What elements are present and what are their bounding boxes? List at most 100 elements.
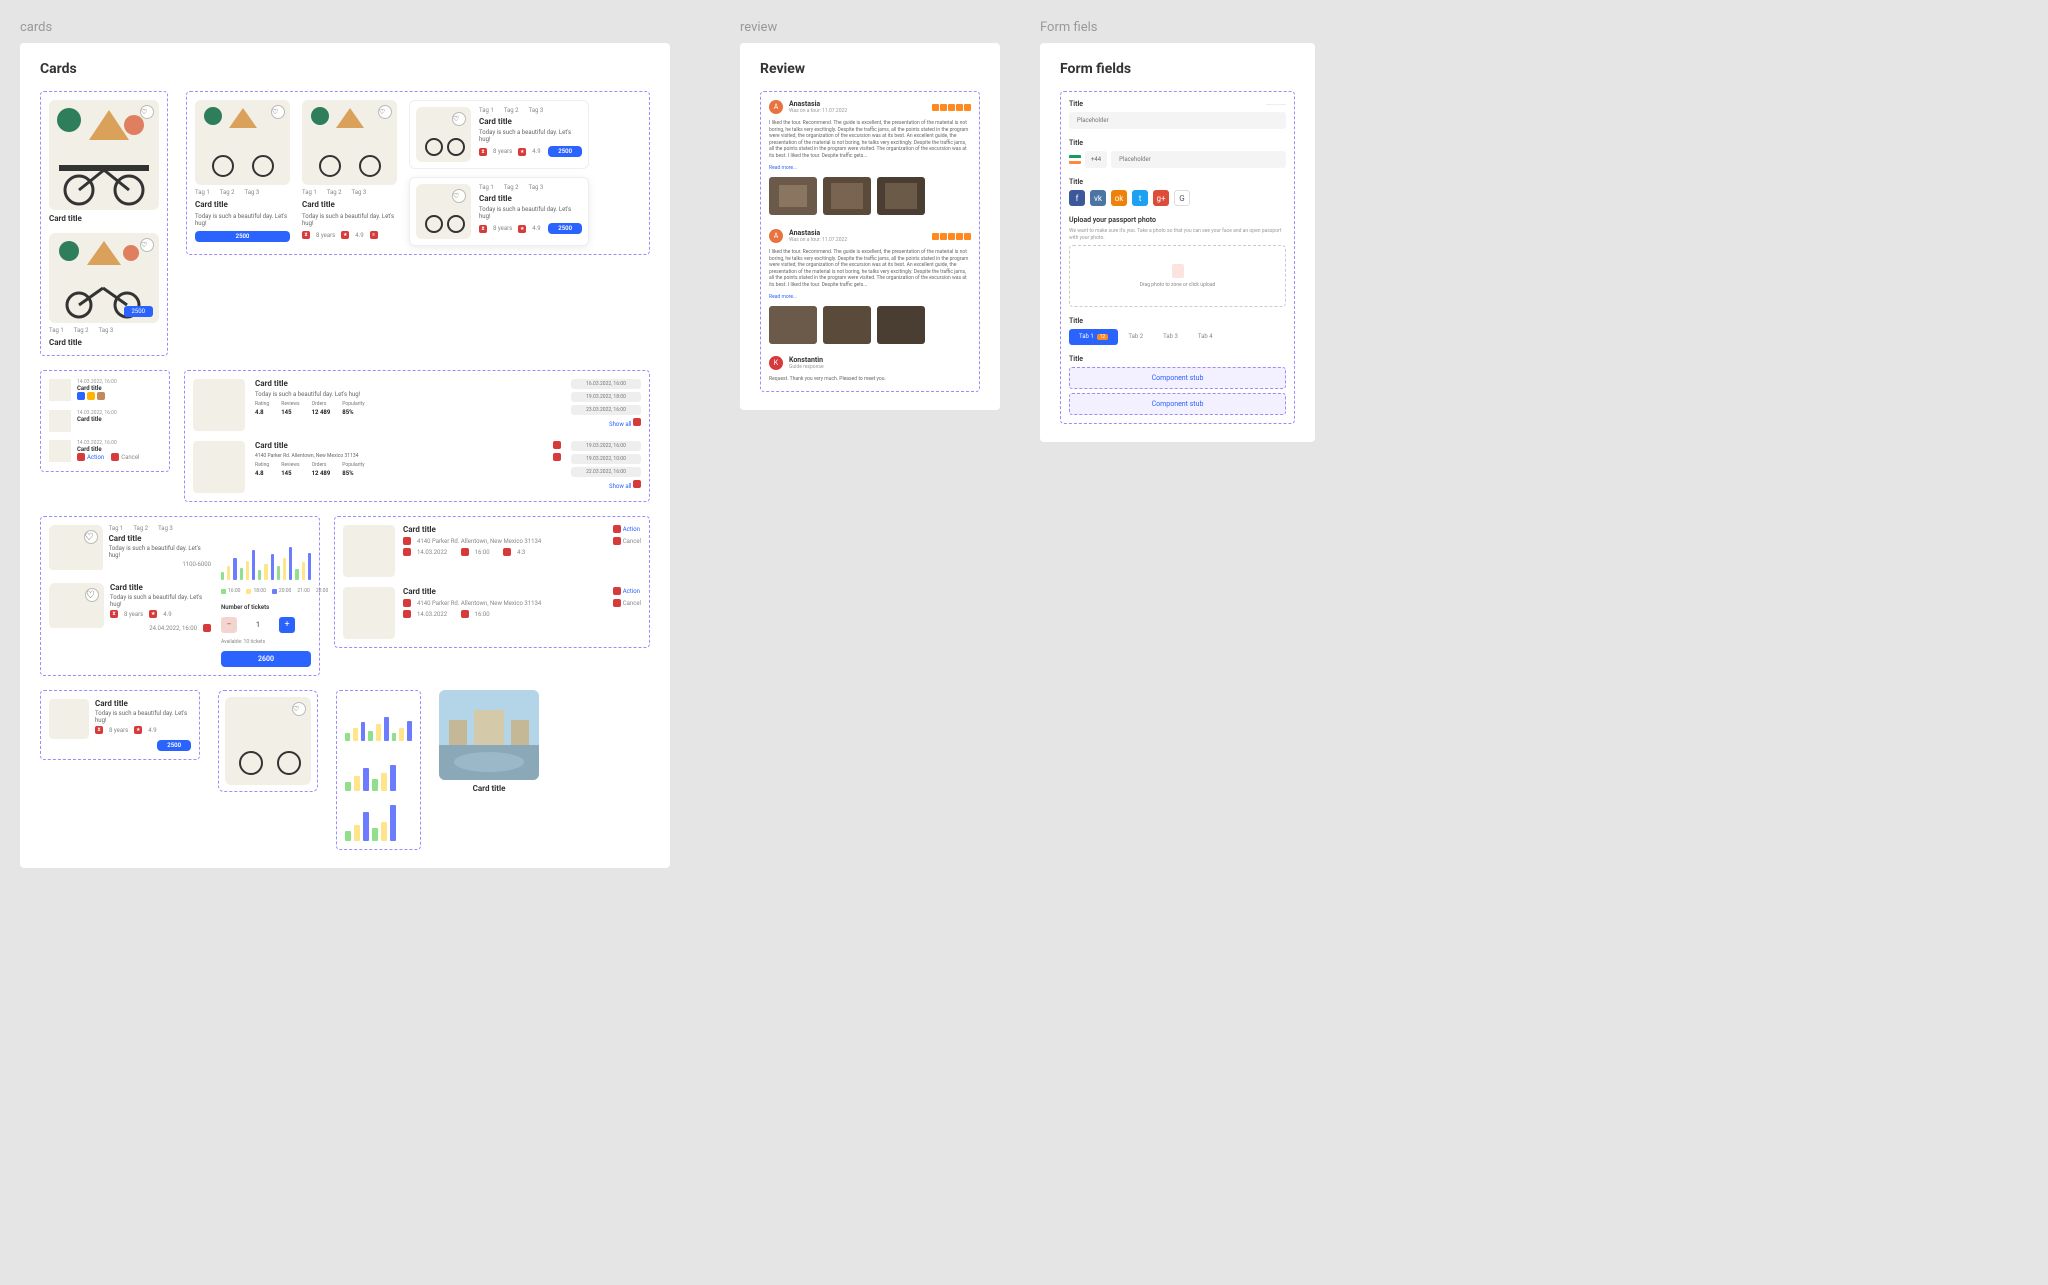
cancel-link[interactable]: Cancel bbox=[623, 538, 641, 545]
slot-pill[interactable]: 22.03.2022, 16:00 bbox=[571, 467, 641, 477]
vk-icon[interactable]: vk bbox=[1090, 190, 1106, 206]
action-icon[interactable] bbox=[613, 525, 621, 533]
go-button[interactable]: 2600 bbox=[221, 651, 311, 667]
gallery-thumb[interactable] bbox=[877, 177, 925, 215]
frame-title-form: Form fields bbox=[1060, 61, 1295, 77]
cancel-icon[interactable] bbox=[111, 453, 119, 461]
text-input[interactable] bbox=[1069, 112, 1286, 129]
heart-icon[interactable]: ♡ bbox=[452, 189, 466, 203]
schedule-card-2[interactable]: Card title 4140 Parker Rd. Allentown, Ne… bbox=[193, 441, 641, 493]
component-stub: Component stub bbox=[1069, 393, 1286, 415]
dial-code[interactable]: +44 bbox=[1085, 151, 1107, 168]
compact-card[interactable]: Card title Today is such a beautiful day… bbox=[49, 699, 191, 751]
gallery-thumb[interactable] bbox=[769, 177, 817, 215]
gallery-thumb[interactable] bbox=[877, 306, 925, 344]
action-link[interactable]: Action bbox=[87, 454, 104, 461]
mini-title: Card title bbox=[77, 385, 117, 392]
action-link[interactable]: Action bbox=[623, 526, 640, 533]
card-title: Card title bbox=[479, 117, 582, 126]
action-card-1[interactable]: Card title 4140 Parker Rd. Allentown, Ne… bbox=[343, 525, 641, 577]
read-more-link[interactable]: Read more... bbox=[769, 294, 971, 300]
plus-button[interactable]: + bbox=[279, 617, 295, 633]
frame-cards: Cards ♡ Card title ♡ 2500 bbox=[20, 43, 670, 868]
facebook-icon[interactable]: f bbox=[1069, 190, 1085, 206]
action-link[interactable]: Action bbox=[623, 588, 640, 595]
price-button[interactable]: 2500 bbox=[548, 223, 582, 234]
field-label: Title bbox=[1069, 178, 1286, 186]
tickets-label: Number of tickets bbox=[221, 604, 311, 611]
flag-icon[interactable] bbox=[1069, 155, 1081, 164]
price-badge: 2500 bbox=[124, 306, 154, 317]
twitter-icon[interactable]: t bbox=[1132, 190, 1148, 206]
gallery-thumb[interactable] bbox=[769, 306, 817, 344]
action-icon[interactable] bbox=[77, 453, 85, 461]
social-row: f vk ok t g+ G bbox=[1069, 190, 1286, 206]
slot-pill[interactable]: 16.03.2022, 16:00 bbox=[571, 379, 641, 389]
gallery-thumb[interactable] bbox=[823, 306, 871, 344]
calendar-icon[interactable] bbox=[203, 624, 211, 632]
card-image: ♡ bbox=[49, 100, 159, 210]
cancel-icon[interactable] bbox=[613, 537, 621, 545]
cancel-link[interactable]: Cancel bbox=[623, 600, 641, 607]
show-all-link[interactable]: Show all bbox=[571, 480, 641, 490]
googleplus-icon[interactable]: g+ bbox=[1153, 190, 1169, 206]
price-range: 1100-6000 bbox=[182, 561, 211, 568]
heart-icon[interactable]: ♡ bbox=[140, 238, 154, 252]
icon-stack bbox=[553, 441, 561, 461]
slot-pill[interactable]: 19.03.2022, 18:00 bbox=[571, 392, 641, 402]
heart-icon[interactable]: ♡ bbox=[271, 105, 285, 119]
card-variant-a[interactable]: ♡ Tag 1Tag 2Tag 3 Card title Today is su… bbox=[195, 100, 290, 242]
card-large-2[interactable]: ♡ 2500 Tag 1Tag 2Tag 3 Card title bbox=[49, 233, 159, 347]
years-icon: ⧗ bbox=[302, 231, 310, 239]
price-button[interactable]: 2500 bbox=[157, 740, 191, 751]
card-variant-c-2[interactable]: ♡ Tag 1Tag 2Tag 3 Card title Today is su… bbox=[409, 177, 589, 246]
odnoklassniki-icon[interactable]: ok bbox=[1111, 190, 1127, 206]
mini-card-1[interactable]: 14.03.2022, 16:00Card title bbox=[49, 379, 161, 402]
heart-icon[interactable]: ♡ bbox=[140, 105, 154, 119]
heart-icon[interactable]: ♡ bbox=[85, 588, 99, 602]
avatar: K bbox=[769, 356, 783, 370]
slot-pill[interactable]: 23.03.2022, 16:00 bbox=[571, 405, 641, 415]
tab-2[interactable]: Tab 2 bbox=[1118, 329, 1153, 345]
slot-pill[interactable]: 19.03.2022, 16:00 bbox=[571, 441, 641, 451]
heart-icon[interactable]: ♡ bbox=[378, 105, 392, 119]
mini-card-2[interactable]: 14.03.2022, 16:00Card title bbox=[49, 410, 161, 432]
price-button[interactable]: 2500 bbox=[195, 231, 290, 242]
action-card-2[interactable]: Card title 4140 Parker Rd. Allentown, Ne… bbox=[343, 587, 641, 639]
minus-button[interactable]: − bbox=[221, 617, 237, 633]
cancel-link[interactable]: Cancel bbox=[121, 454, 139, 461]
hcard-1[interactable]: ♡ Tag 1Tag 2Tag 3 Card title Today is su… bbox=[49, 525, 211, 573]
upload-title: Upload your passport photo bbox=[1069, 216, 1286, 224]
hcard-2[interactable]: ♡ Card title Today is such a beautiful d… bbox=[49, 583, 211, 632]
gallery-thumb[interactable] bbox=[823, 177, 871, 215]
metric-icon bbox=[97, 392, 105, 400]
card-variant-c-1[interactable]: ♡ Tag 1Tag 2Tag 3 Card title Today is su… bbox=[409, 100, 589, 169]
heart-icon[interactable]: ♡ bbox=[84, 530, 98, 544]
resize-icon[interactable] bbox=[553, 453, 561, 461]
dropzone[interactable]: Drag photo to zone or click upload bbox=[1069, 245, 1286, 307]
schedule-card-1[interactable]: Card title Today is such a beautiful day… bbox=[193, 379, 641, 431]
card-desc: Today is such a beautiful day. Let's hug… bbox=[302, 213, 397, 227]
slot-pill[interactable]: 19.03.2022, 10:00 bbox=[571, 454, 641, 464]
photo-card[interactable]: Card title bbox=[439, 690, 539, 793]
heart-icon[interactable]: ♡ bbox=[292, 702, 306, 716]
heart-icon[interactable]: ♡ bbox=[452, 112, 466, 126]
bar-chart-1 bbox=[221, 525, 311, 580]
google-icon[interactable]: G bbox=[1174, 190, 1190, 206]
price-button[interactable]: 2500 bbox=[548, 146, 582, 157]
tab-1[interactable]: Tab 112 bbox=[1069, 329, 1118, 345]
tab-3[interactable]: Tab 3 bbox=[1153, 329, 1188, 345]
tab-4[interactable]: Tab 4 bbox=[1188, 329, 1223, 345]
card-variant-b[interactable]: ♡ Tag 1Tag 2Tag 3 Card title Today is su… bbox=[302, 100, 397, 239]
image-card[interactable]: ♡ bbox=[218, 690, 318, 792]
frame-form: Form fields Title Title +44 Title f vk bbox=[1040, 43, 1315, 442]
review-2: A Anastasia Was on a tour: 11.07.2022 I … bbox=[769, 229, 971, 383]
mini-card-3[interactable]: 14.03.2022, 16:00Card title Action Cance… bbox=[49, 440, 161, 463]
review-1: A Anastasia Was on a tour: 11.07.2022 I … bbox=[769, 100, 971, 215]
reviewer-name: Anastasia bbox=[789, 100, 847, 108]
card-large-1[interactable]: ♡ Card title bbox=[49, 100, 159, 223]
location-icon[interactable] bbox=[553, 441, 561, 449]
show-all-link[interactable]: Show all bbox=[571, 418, 641, 428]
phone-input[interactable] bbox=[1111, 151, 1286, 168]
read-more-link[interactable]: Read more... bbox=[769, 165, 971, 171]
